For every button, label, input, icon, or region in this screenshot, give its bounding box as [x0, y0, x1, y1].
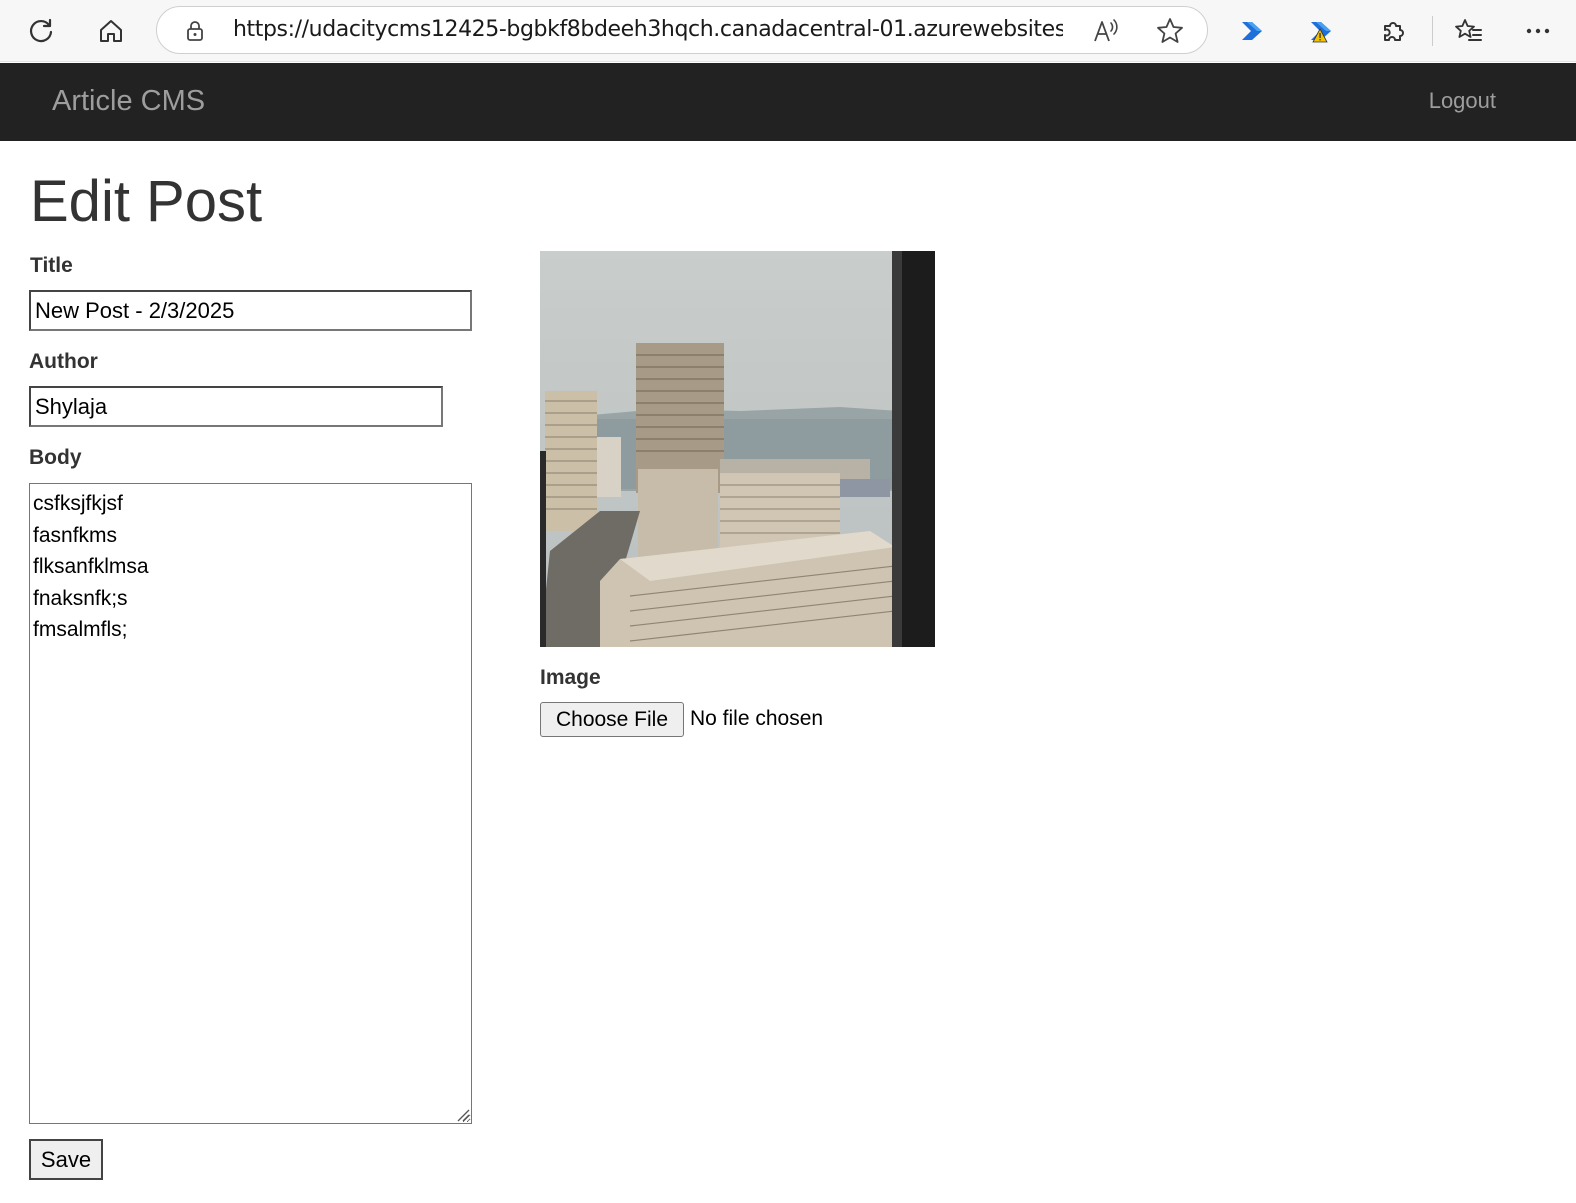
read-aloud-icon[interactable]	[1092, 17, 1120, 45]
extensions-button[interactable]	[1370, 8, 1416, 54]
refresh-icon	[29, 18, 53, 43]
body-line: fasnfkms	[33, 523, 118, 547]
power-automate-warning-button[interactable]	[1299, 8, 1345, 54]
choose-file-button[interactable]: Choose File	[540, 702, 684, 737]
favorites-button[interactable]	[1446, 8, 1492, 54]
body-line: csfksjfkjsf	[33, 492, 123, 515]
image-label: Image	[540, 666, 601, 689]
post-image	[540, 251, 935, 647]
title-input[interactable]	[29, 290, 472, 331]
brand-link[interactable]: Article CMS	[52, 63, 205, 141]
title-label: Title	[30, 254, 73, 277]
home-button[interactable]	[88, 8, 134, 54]
address-bar[interactable]: https://udacitycms12425-bgbkf8bdeeh3hqch…	[156, 6, 1208, 54]
power-automate-button[interactable]	[1230, 8, 1276, 54]
author-input[interactable]	[29, 386, 443, 427]
file-status-text: No file chosen	[690, 707, 824, 730]
power-automate-icon	[1242, 22, 1262, 40]
body-textarea[interactable]: csfksjfkjsf fasnfkms flksanfklmsa fnaksn…	[29, 483, 472, 1124]
home-icon	[100, 20, 122, 42]
toolbar-divider	[1432, 16, 1433, 46]
page-title: Edit Post	[30, 169, 263, 234]
favorite-star-icon[interactable]	[1155, 16, 1185, 46]
body-line: fmsalmfls;	[33, 618, 128, 642]
body-label: Body	[29, 446, 82, 469]
browser-toolbar: https://udacitycms12425-bgbkf8bdeeh3hqch…	[0, 0, 1576, 62]
body-line: flksanfklmsa	[33, 555, 149, 579]
logout-link[interactable]: Logout	[1429, 63, 1496, 141]
save-button[interactable]: Save	[29, 1139, 103, 1180]
lock-icon[interactable]	[183, 19, 207, 43]
url-text[interactable]: https://udacitycms12425-bgbkf8bdeeh3hqch…	[233, 7, 1063, 53]
author-label: Author	[29, 350, 98, 373]
more-button[interactable]	[1515, 8, 1561, 54]
resize-handle-icon[interactable]	[456, 1108, 470, 1122]
refresh-button[interactable]	[18, 8, 64, 54]
favorites-icon	[1455, 19, 1482, 41]
power-automate-warning-icon	[1311, 22, 1331, 43]
app-navbar: Article CMS Logout	[0, 63, 1576, 141]
body-line: fnaksnfk;s	[33, 586, 128, 610]
extensions-icon	[1384, 22, 1404, 41]
more-icon	[1526, 28, 1550, 34]
